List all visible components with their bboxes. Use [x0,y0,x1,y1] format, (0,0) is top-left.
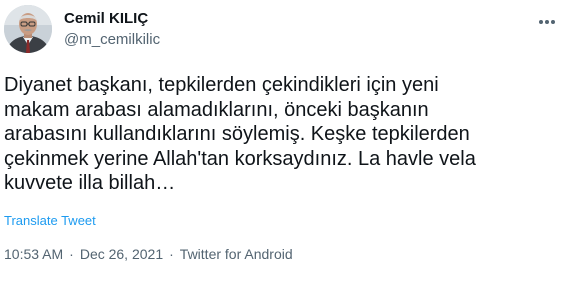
author-name[interactable]: Cemil KILIÇ [64,10,148,27]
tweet-text: Diyanet başkanı, tepkilerden çekindikler… [4,74,476,194]
tweet-card: Cemil KILIÇ @m_cemilkilic Diyanet başkan… [0,0,571,282]
tweet-time[interactable]: 10:53 AM [4,246,63,262]
tweet-date[interactable]: Dec 26, 2021 [80,246,163,262]
meta-separator: · [69,246,74,262]
translate-tweet-link[interactable]: Translate Tweet [4,213,96,228]
tweet-meta: 10:53 AM · Dec 26, 2021 · Twitter for Androi… [4,246,293,262]
more-options-icon[interactable] [536,12,558,32]
avatar-photo [4,5,52,53]
author-handle[interactable]: @m_cemilkilic [64,31,160,48]
avatar[interactable] [4,5,52,53]
meta-separator: · [169,246,174,262]
tweet-source: Twitter for Android [179,246,293,262]
